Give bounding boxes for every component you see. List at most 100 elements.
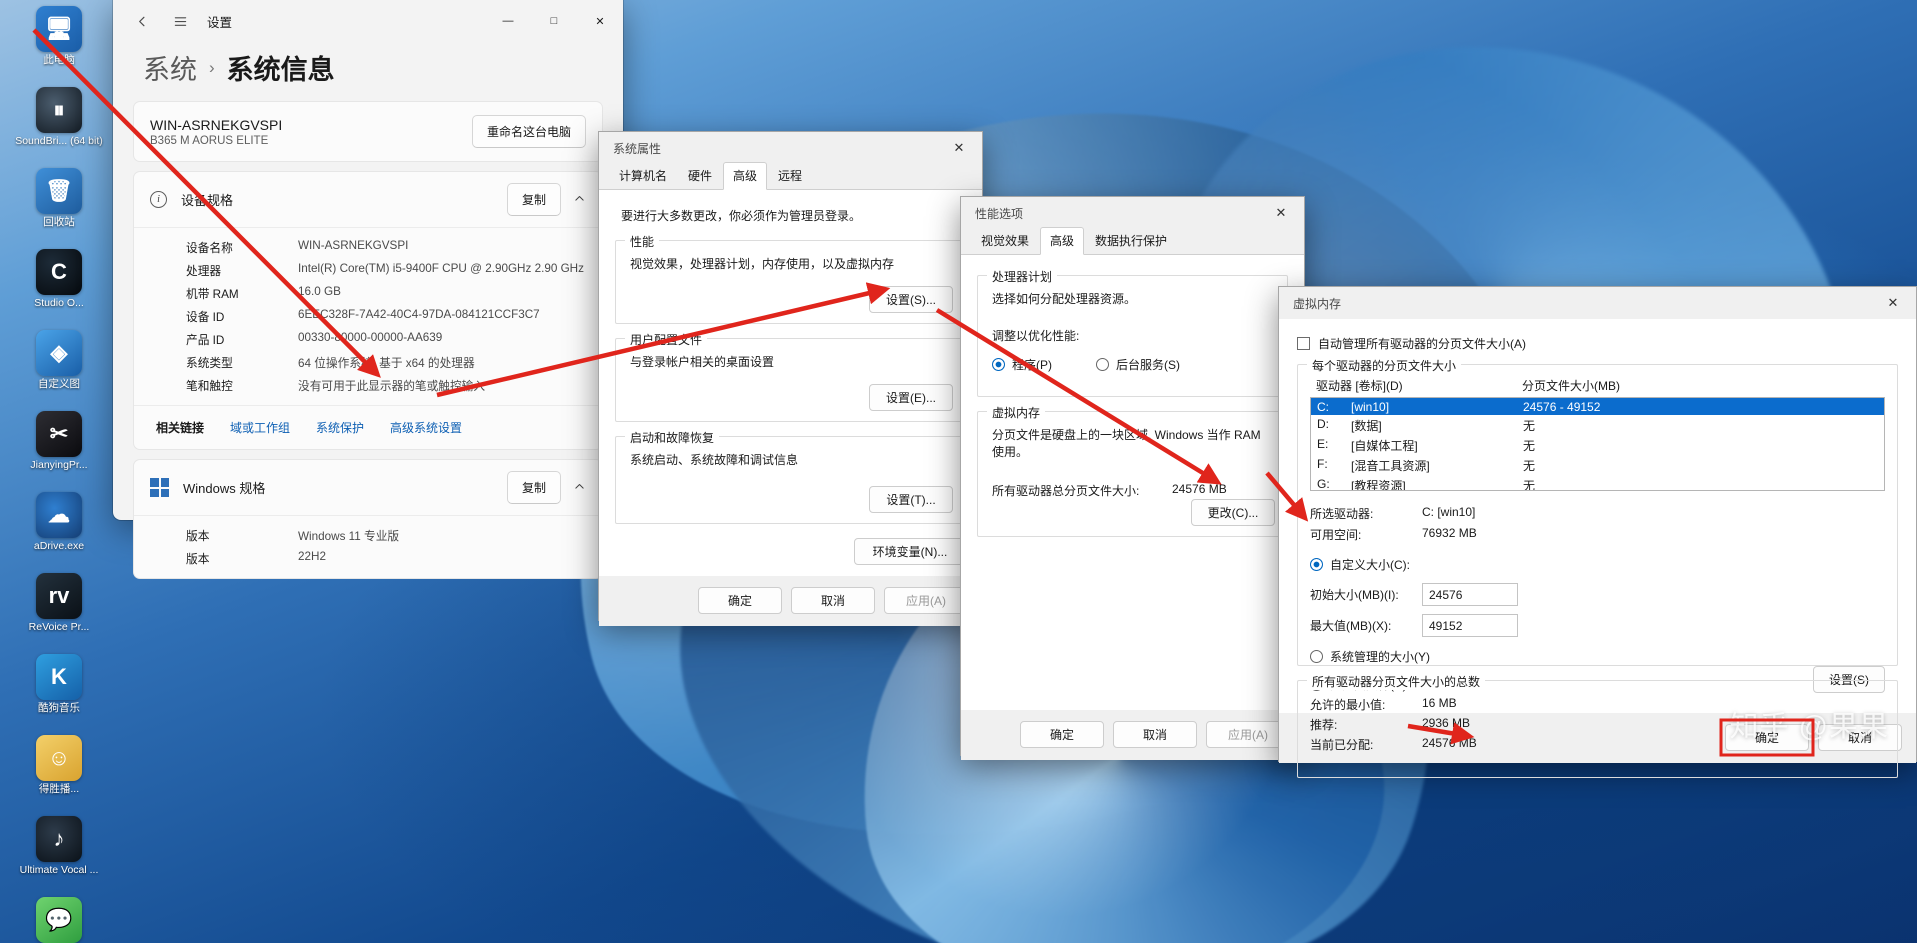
link-system-protection[interactable]: 系统保护 xyxy=(316,419,364,436)
desktop-icon-label: Studio O... xyxy=(34,297,84,309)
performance-group-desc: 视觉效果，处理器计划，内存使用，以及虚拟内存 xyxy=(630,257,895,271)
spec-row: 笔和触控 没有可用于此显示器的笔或触控输入 xyxy=(134,374,602,397)
minimize-button[interactable]: — xyxy=(485,0,531,42)
perfopts-tab-高级[interactable]: 高级 xyxy=(1040,227,1085,255)
virtual-memory-group: 虚拟内存 分页文件是硬盘上的一块区域, Windows 当作 RAM 使用。 所… xyxy=(977,404,1288,537)
breadcrumb-parent[interactable]: 系统 xyxy=(143,48,197,87)
free-space-label: 可用空间: xyxy=(1310,528,1362,542)
kugou-music-icon: K xyxy=(36,654,82,700)
perfopts-tab-数据执行保护[interactable]: 数据执行保护 xyxy=(1085,227,1177,254)
back-arrow-icon[interactable] xyxy=(127,6,157,36)
startup-recovery-group-legend: 启动和故障恢复 xyxy=(625,429,720,446)
auto-manage-checkbox[interactable]: 自动管理所有驱动器的分页文件大小(A) xyxy=(1297,335,1526,352)
drive-row[interactable]: E: [自媒体工程] 无 xyxy=(1311,435,1884,455)
radio-system-managed-label: 系统管理的大小(Y) xyxy=(1330,650,1430,664)
spec-key: 设备 ID xyxy=(186,311,225,324)
perfopts-cancel-button[interactable]: 取消 xyxy=(1113,721,1197,748)
chevron-up-icon[interactable] xyxy=(573,192,586,208)
spec-row: 处理器 Intel(R) Core(TM) i5-9400F CPU @ 2.90… xyxy=(134,259,602,282)
radio-programs[interactable]: 程序(P) xyxy=(992,356,1052,373)
desktop-icon-soundbridge[interactable]: ⏸ SoundBri... (64 bit) xyxy=(0,87,118,167)
drive-letter: C: xyxy=(1317,399,1329,414)
radio-custom-size[interactable]: 自定义大小(C): xyxy=(1310,556,1410,573)
link-advanced-system-settings[interactable]: 高级系统设置 xyxy=(390,419,462,436)
selected-drive-label: 所选驱动器: xyxy=(1310,507,1374,521)
desktop-icon-this-pc[interactable]: 🖥 此电脑 xyxy=(0,6,118,86)
related-links-row: 相关链接 域或工作组 系统保护 高级系统设置 xyxy=(134,405,602,449)
desktop-icon-adrive[interactable]: ☁ aDrive.exe xyxy=(0,492,118,572)
selected-drive-value: C: [win10] xyxy=(1422,505,1476,519)
sysprops-close-icon[interactable]: ✕ xyxy=(938,133,980,164)
performance-settings-button[interactable]: 设置(S)... xyxy=(869,286,953,313)
drive-volume: [自媒体工程] xyxy=(1351,438,1418,453)
perfopts-tab-视觉效果[interactable]: 视觉效果 xyxy=(971,227,1039,254)
virtmem-close-icon[interactable]: ✕ xyxy=(1872,288,1914,319)
copy-device-specs-button[interactable]: 复制 xyxy=(506,183,561,216)
desktop-icon-jianying-pro[interactable]: ✂ JianyingPr... xyxy=(0,411,118,491)
drive-row[interactable]: F: [混音工具资源] 无 xyxy=(1311,455,1884,475)
wechat-icon: 💬 xyxy=(36,897,82,943)
drive-table-header: 驱动器 [卷标](D) 分页文件大小(MB) xyxy=(1310,377,1885,397)
spec-value: 6EEC328F-7A42-40C4-97DA-084121CCF3C7 xyxy=(298,308,540,321)
user-profiles-settings-button[interactable]: 设置(E)... xyxy=(869,384,953,411)
per-drive-legend: 每个驱动器的分页文件大小 xyxy=(1307,357,1462,374)
totals-key: 允许的最小值: xyxy=(1310,698,1386,712)
sysprops-tab-远程[interactable]: 远程 xyxy=(768,162,812,189)
sysprops-cancel-button[interactable]: 取消 xyxy=(791,587,875,614)
drive-row[interactable]: C: [win10] 24576 - 49152 xyxy=(1311,398,1884,415)
sysprops-tab-硬件[interactable]: 硬件 xyxy=(678,162,722,189)
startup-recovery-settings-button[interactable]: 设置(T)... xyxy=(869,486,953,513)
initial-size-input[interactable] xyxy=(1422,583,1518,606)
drive-list[interactable]: C: [win10] 24576 - 49152 D: [数据] 无 E: [自媒体工程] 无 F… xyxy=(1310,397,1885,491)
custom-app-icon: ◈ xyxy=(36,330,82,376)
perfopts-close-icon[interactable]: ✕ xyxy=(1260,198,1302,229)
virtual-memory-dialog[interactable]: 虚拟内存 ✕ 自动管理所有驱动器的分页文件大小(A) 每个驱动器的分页文件大小 … xyxy=(1278,286,1917,778)
free-space-value: 76932 MB xyxy=(1422,526,1477,540)
performance-group: 性能 视觉效果，处理器计划，内存使用，以及虚拟内存 设置(S)... xyxy=(615,233,966,324)
drive-volume: [教程资源] xyxy=(1351,478,1406,491)
desktop-icon-kugou-music[interactable]: K 酷狗音乐 xyxy=(0,654,118,734)
desktop-icon-recycle-bin[interactable]: 🗑 回收站 xyxy=(0,168,118,248)
spec-value: WIN-ASRNEKGVSPI xyxy=(298,239,409,252)
spec-key: 系统类型 xyxy=(186,357,233,370)
chevron-up-icon-2[interactable] xyxy=(573,480,586,496)
spec-value: 00330-80000-00000-AA639 xyxy=(298,331,443,344)
totals-value: 2936 MB xyxy=(1422,716,1471,730)
desktop-icon-custom-app[interactable]: ◈ 自定义图 xyxy=(0,330,118,410)
settings-window[interactable]: 设置 — □ ✕ 系统 › 系统信息 WIN-ASRNEKGVSPI B365 … xyxy=(113,0,623,579)
drive-row[interactable]: G: [教程资源] 无 xyxy=(1311,475,1884,491)
drive-pagefile-size: 无 xyxy=(1523,458,1536,473)
sysprops-tab-高级[interactable]: 高级 xyxy=(723,162,768,190)
sysprops-ok-button[interactable]: 确定 xyxy=(698,587,782,614)
sysprops-tab-计算机名[interactable]: 计算机名 xyxy=(609,162,677,189)
close-button[interactable]: ✕ xyxy=(577,0,623,42)
pc-model: B365 M AORUS ELITE xyxy=(150,134,269,147)
copy-windows-specs-button[interactable]: 复制 xyxy=(506,471,561,504)
link-domain-workgroup[interactable]: 域或工作组 xyxy=(230,419,290,436)
drive-row[interactable]: D: [数据] 无 xyxy=(1311,415,1884,435)
system-properties-dialog[interactable]: 系统属性 ✕ 计算机名 硬件 高级 远程 要进行大多数更改，你必须作为管理员登录。 性… xyxy=(598,131,983,626)
desktop-icon-revoice-pro[interactable]: rv ReVoice Pr... xyxy=(0,573,118,653)
rename-pc-button[interactable]: 重命名这台电脑 xyxy=(471,115,586,148)
processor-scheduling-desc: 选择如何分配处理器资源。 xyxy=(992,292,1137,306)
max-size-input[interactable] xyxy=(1422,614,1518,637)
sysprops-apply-button[interactable]: 应用(A) xyxy=(884,587,968,614)
startup-recovery-group-desc: 系统启动、系统故障和调试信息 xyxy=(630,453,799,467)
radio-custom-size-dot xyxy=(1310,558,1323,571)
desktop-icon-takstar[interactable]: ☺ 得胜播... xyxy=(0,735,118,815)
adrive-icon: ☁ xyxy=(36,492,82,538)
desktop-icon-studio-one[interactable]: C Studio O... xyxy=(0,249,118,329)
desktop-icon-wechat[interactable]: 💬微信 xyxy=(0,897,118,943)
perfopts-ok-button[interactable]: 确定 xyxy=(1020,721,1104,748)
performance-options-dialog[interactable]: 性能选项 ✕ 视觉效果 高级 数据执行保护 处理器计划 选择如何分配处理器资源。 调… xyxy=(960,196,1305,760)
maximize-button[interactable]: □ xyxy=(531,0,577,42)
environment-variables-button[interactable]: 环境变量(N)... xyxy=(854,538,966,565)
radio-background-services[interactable]: 后台服务(S) xyxy=(1096,356,1180,373)
pagefile-col-header: 分页文件大小(MB) xyxy=(1522,379,1620,393)
perfopts-titlebar: 性能选项 ✕ xyxy=(961,197,1304,229)
vm-change-button[interactable]: 更改(C)... xyxy=(1191,499,1275,526)
radio-system-managed[interactable]: 系统管理的大小(Y) xyxy=(1310,648,1430,665)
studio-one-icon: C xyxy=(36,249,82,295)
hamburger-icon[interactable] xyxy=(165,6,195,36)
desktop-icon-ultimate-vocal[interactable]: ♪ Ultimate Vocal ... xyxy=(0,816,118,896)
